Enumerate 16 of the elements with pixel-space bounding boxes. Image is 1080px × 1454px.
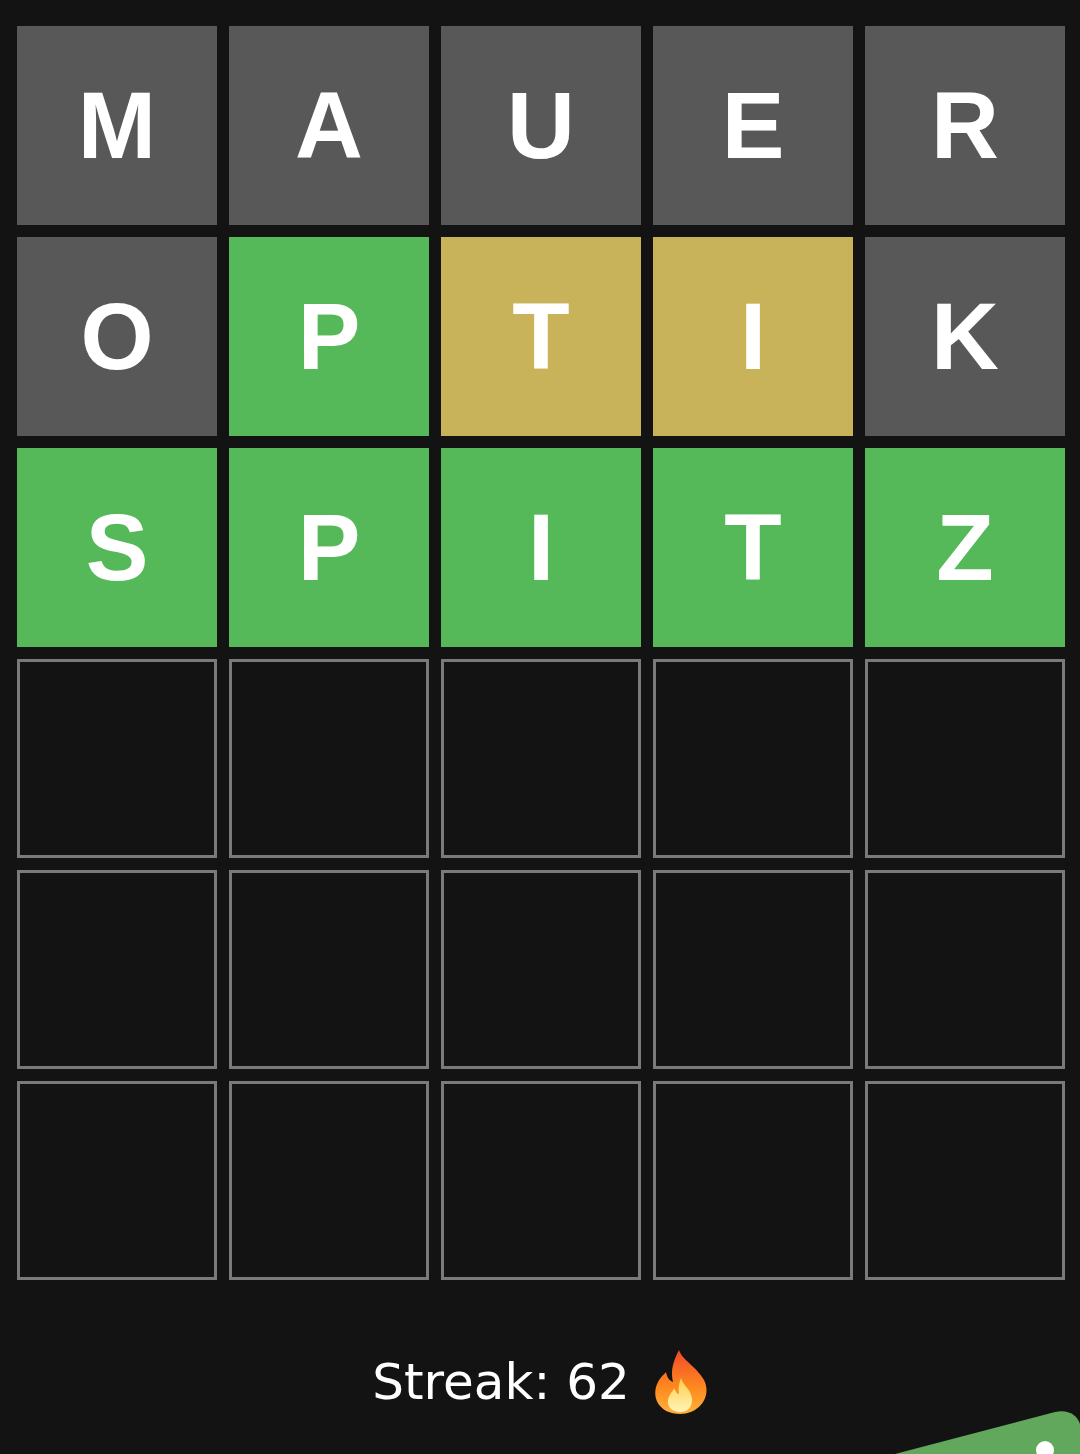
- letter-tile: E: [653, 26, 853, 225]
- streak-label: Streak: 62: [372, 1352, 630, 1412]
- letter-tile: U: [441, 26, 641, 225]
- letter-tile: T: [441, 237, 641, 436]
- letter-tile: Z: [865, 448, 1065, 647]
- letter-tile: A: [229, 26, 429, 225]
- letter-tile: K: [865, 237, 1065, 436]
- letter-tile: P: [229, 237, 429, 436]
- letter-tile: R: [865, 26, 1065, 225]
- letter-tile: O: [17, 237, 217, 436]
- letter-tile: T: [653, 448, 853, 647]
- letter-tile: S: [17, 448, 217, 647]
- letter-tile: I: [653, 237, 853, 436]
- letter-tile: M: [17, 26, 217, 225]
- letter-tile: P: [229, 448, 429, 647]
- letter-tile: I: [441, 448, 641, 647]
